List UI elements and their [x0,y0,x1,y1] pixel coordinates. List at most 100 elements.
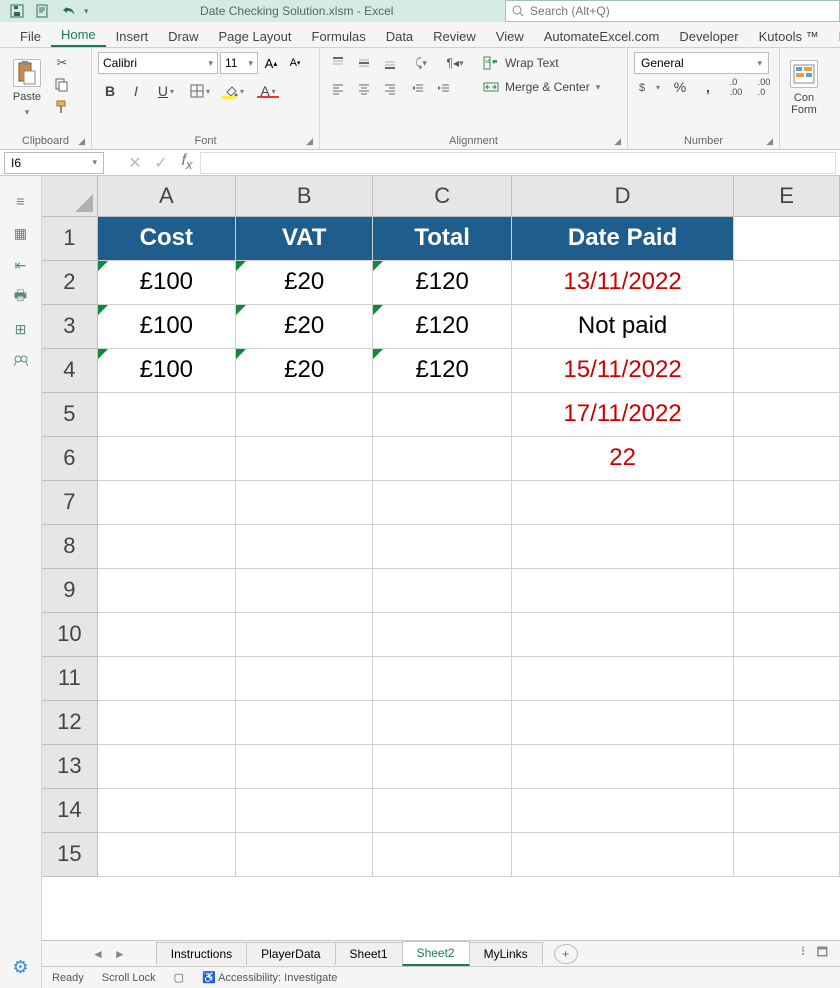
font-size-select[interactable]: 11▾ [220,52,258,74]
align-top-icon[interactable] [326,52,350,74]
sheet-nav-next-icon[interactable]: ► [114,947,126,961]
copy-icon[interactable] [52,76,72,94]
row-header-12[interactable]: 12 [42,700,97,744]
decrease-decimal-icon[interactable]: .00.0 [752,76,776,98]
decrease-indent-icon[interactable] [406,78,430,100]
search-input[interactable]: Search (Alt+Q) [505,0,840,22]
cell-c1[interactable]: Total [373,216,511,260]
cell-a15[interactable] [97,832,235,876]
paste-button[interactable]: Paste ▾ [6,52,48,124]
cell-a4[interactable]: £100 [97,348,235,392]
cell-a1[interactable]: Cost [97,216,235,260]
cell-b12[interactable] [235,700,372,744]
cell-e10[interactable] [734,612,840,656]
cell-c15[interactable] [373,832,511,876]
tab-data[interactable]: Data [376,25,423,47]
cell-e12[interactable] [734,700,840,744]
cell-d3[interactable]: Not paid [511,304,733,348]
cell-c13[interactable] [373,744,511,788]
cell-e8[interactable] [734,524,840,568]
row-header-2[interactable]: 2 [42,260,97,304]
row-header-14[interactable]: 14 [42,788,97,832]
number-launcher-icon[interactable]: ◢ [766,136,773,147]
tab-formulas[interactable]: Formulas [302,25,376,47]
cut-icon[interactable]: ✂ [52,54,72,72]
text-direction-icon[interactable]: ¶◂▾ [438,52,472,74]
accounting-format-icon[interactable]: $▾ [634,76,664,98]
fx-icon[interactable]: fx [174,152,200,174]
cancel-formula-icon[interactable]: ✕ [122,152,148,174]
percent-format-icon[interactable]: % [668,76,692,98]
cell-e13[interactable] [734,744,840,788]
cell-b14[interactable] [235,788,372,832]
align-bottom-icon[interactable] [378,52,402,74]
cell-b2[interactable]: £20 [235,260,372,304]
cell-e7[interactable] [734,480,840,524]
conditional-formatting-button[interactable]: Con Form [786,52,822,124]
cell-d10[interactable] [511,612,733,656]
cell-e3[interactable] [734,304,840,348]
cell-d12[interactable] [511,700,733,744]
cell-c3[interactable]: £120 [373,304,511,348]
italic-button[interactable]: I [124,80,148,102]
decrease-font-icon[interactable]: A▾ [284,52,306,74]
cell-e2[interactable] [734,260,840,304]
col-header-b[interactable]: B [235,176,372,216]
cell-a10[interactable] [97,612,235,656]
col-header-c[interactable]: C [373,176,511,216]
cell-a7[interactable] [97,480,235,524]
clipboard-launcher-icon[interactable]: ◢ [78,136,85,147]
alignment-launcher-icon[interactable]: ◢ [614,136,621,147]
font-color-button[interactable]: A▾ [252,80,284,102]
align-middle-icon[interactable] [352,52,376,74]
row-header-3[interactable]: 3 [42,304,97,348]
increase-font-icon[interactable]: A▴ [260,52,282,74]
row-header-15[interactable]: 15 [42,832,97,876]
cell-c11[interactable] [373,656,511,700]
cell-c9[interactable] [373,568,511,612]
row-header-8[interactable]: 8 [42,524,97,568]
merge-center-button[interactable]: Merge & Center ▾ [476,76,607,98]
sidebar-print-icon[interactable]: 🖶 [10,288,32,306]
sidebar-grid-icon[interactable]: ⊞ [10,320,32,338]
cell-e4[interactable] [734,348,840,392]
name-box[interactable]: I6▾ [4,152,104,174]
fill-color-button[interactable]: ▾ [218,80,250,102]
save-icon[interactable] [6,2,28,20]
cell-b1[interactable]: VAT [235,216,372,260]
cell-c6[interactable] [373,436,511,480]
cell-b5[interactable] [235,392,372,436]
cell-d15[interactable] [511,832,733,876]
cell-d4[interactable]: 15/11/2022 [511,348,733,392]
borders-button[interactable]: ▾ [184,80,216,102]
tab-kutools-plus[interactable]: Kutools Pl [829,25,840,47]
macro-record-icon[interactable]: ▢ [174,971,184,984]
sidebar-import-icon[interactable]: ⇤ [10,256,32,274]
cell-a8[interactable] [97,524,235,568]
tab-home[interactable]: Home [51,23,106,47]
settings-icon[interactable]: ⚙ [12,957,28,978]
row-header-6[interactable]: 6 [42,436,97,480]
cell-b15[interactable] [235,832,372,876]
cell-d7[interactable] [511,480,733,524]
row-header-10[interactable]: 10 [42,612,97,656]
display-options-icon[interactable]: ⠇ 🗖 [800,943,830,964]
col-header-a[interactable]: A [97,176,235,216]
cell-a14[interactable] [97,788,235,832]
sheet-tab-sheet2[interactable]: Sheet2 [402,941,470,966]
tab-developer[interactable]: Developer [669,25,748,47]
paste-dropdown-icon[interactable]: ▾ [25,107,30,118]
cell-e5[interactable] [734,392,840,436]
tab-draw[interactable]: Draw [158,25,208,47]
cell-e9[interactable] [734,568,840,612]
tab-kutools[interactable]: Kutools ™ [749,25,829,47]
tab-page-layout[interactable]: Page Layout [209,25,302,47]
tab-file[interactable]: File [10,25,51,47]
cell-d1[interactable]: Date Paid [511,216,733,260]
cell-c4[interactable]: £120 [373,348,511,392]
cell-d11[interactable] [511,656,733,700]
increase-indent-icon[interactable] [432,78,456,100]
sheet-tab-mylinks[interactable]: MyLinks [469,942,543,965]
cell-a9[interactable] [97,568,235,612]
cell-a12[interactable] [97,700,235,744]
